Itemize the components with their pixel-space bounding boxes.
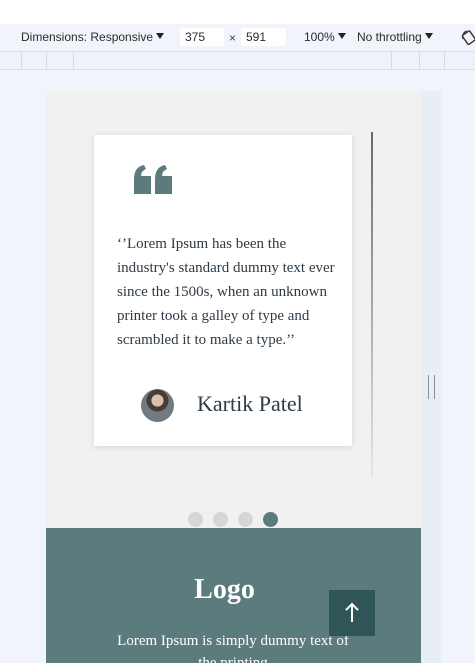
dimensions-label: Dimensions: Responsive — [21, 30, 154, 44]
rotate-device-icon[interactable] — [461, 29, 475, 45]
zoom-label: 100% — [304, 30, 335, 44]
chevron-down-icon — [337, 33, 346, 39]
throttling-label: No throttling — [357, 30, 422, 44]
testimonial-card: ‘’Lorem Ipsum has been the industry's st… — [94, 135, 352, 446]
carousel-dot-1[interactable] — [188, 512, 203, 527]
chevron-down-icon — [424, 33, 433, 39]
testimonial-quote: ‘’Lorem Ipsum has been the industry's st… — [117, 236, 335, 348]
times-sign: × — [229, 31, 237, 45]
devtools-top-strip — [0, 0, 475, 24]
back-to-top-button[interactable] — [329, 590, 375, 636]
double-quote-icon — [134, 165, 172, 194]
carousel-dot-3[interactable] — [238, 512, 253, 527]
device-toolbar: Dimensions: Responsive 375 × 591 100% No… — [0, 24, 475, 52]
width-input[interactable]: 375 — [180, 28, 224, 46]
throttling-dropdown[interactable]: No throttling — [357, 30, 433, 44]
author-avatar — [141, 389, 174, 422]
arrow-up-icon — [345, 602, 359, 622]
viewport-resize-handle[interactable] — [428, 375, 435, 399]
footer-description: Lorem Ipsum is simply dummy text of the … — [117, 633, 349, 663]
dimensions-dropdown[interactable]: Dimensions: Responsive — [21, 30, 165, 44]
page-viewport: ‘’Lorem Ipsum has been the industry's st… — [46, 91, 421, 663]
carousel-dot-2[interactable] — [213, 512, 228, 527]
author-name: Kartik Patel — [197, 391, 303, 416]
carousel-dot-4[interactable] — [263, 512, 278, 527]
zoom-dropdown[interactable]: 100% — [304, 30, 346, 44]
site-footer: Logo Lorem Ipsum is simply dummy text of… — [46, 528, 421, 663]
height-input[interactable]: 591 — [241, 28, 286, 46]
chevron-down-icon — [156, 33, 165, 39]
next-slide-edge — [371, 132, 373, 477]
media-query-ruler[interactable] — [0, 52, 475, 70]
